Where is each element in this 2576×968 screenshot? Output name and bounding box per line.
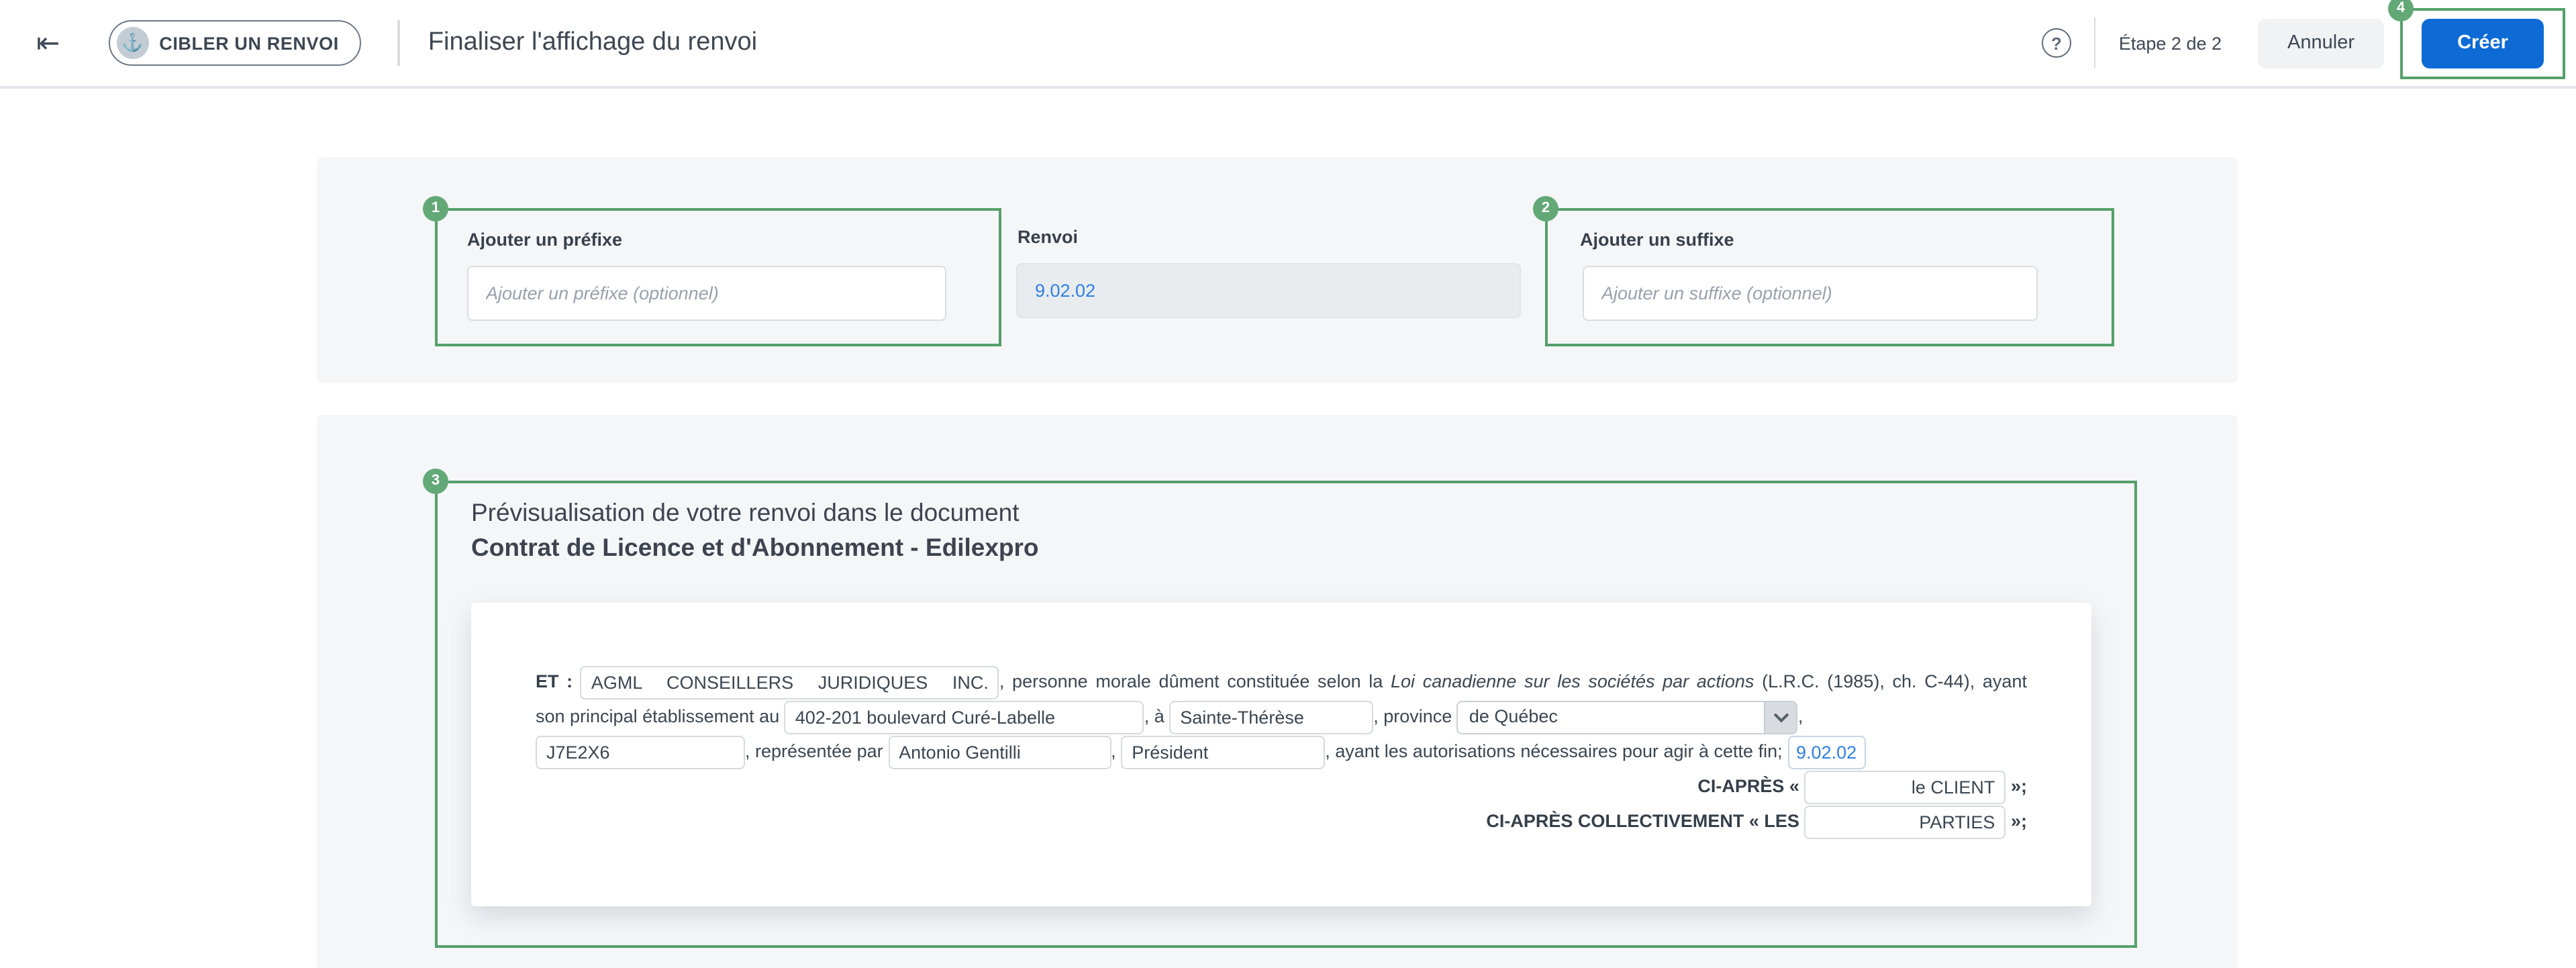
ci-apres-label: CI-APRÈS « [1697, 776, 1799, 796]
doc-text: , [1798, 706, 1803, 726]
anchor-icon: ⚓ [116, 27, 148, 59]
province-select-value: de Québec [1469, 700, 1558, 734]
client-designation-input[interactable] [1804, 771, 2005, 804]
select-button[interactable] [1765, 702, 1797, 733]
prefix-label: Ajouter un préfixe [467, 230, 622, 250]
doc-line-3: , représentée par , , ayant les autorisa… [536, 734, 2027, 769]
top-bar: ⇤ ⚓ CIBLER UN RENVOI Finaliser l'afficha… [0, 0, 2576, 89]
renvoi-label: Renvoi [1018, 227, 1078, 247]
divider [2094, 17, 2096, 68]
renvoi-options-panel: 1 Ajouter un préfixe Renvoi 9.02.02 2 Aj… [317, 157, 2238, 383]
doc-text: , [1111, 741, 1116, 761]
document-preview: ET : , personne morale dûment constituée… [471, 603, 2091, 906]
province-select[interactable]: de Québec [1457, 701, 1798, 734]
suffix-label: Ajouter un suffixe [1580, 230, 1734, 250]
doc-law-name: Loi canadienne sur les sociétés par acti… [1391, 671, 1754, 691]
parties-designation-input[interactable] [1804, 806, 2005, 839]
prefix-section: 1 Ajouter un préfixe [435, 208, 1001, 346]
renvoi-reference-chip: 9.02.02 [1787, 736, 1865, 769]
company-name-input[interactable] [581, 666, 999, 699]
target-renvoi-button[interactable]: ⚓ CIBLER UN RENVOI [108, 20, 362, 66]
collapse-panel-button[interactable]: ⇤ [36, 29, 60, 57]
preview-heading: Prévisualisation de votre renvoi dans le… [471, 498, 1020, 528]
suffix-section: 2 Ajouter un suffixe [1545, 208, 2114, 346]
doc-text: (L.R.C. (1985), ch. C-44), ayant [1754, 671, 2027, 691]
role-input[interactable] [1121, 736, 1325, 769]
divider [398, 20, 400, 66]
step-badge-2: 2 [1533, 196, 1558, 222]
doc-text: , représentée par [745, 741, 888, 761]
city-input[interactable] [1169, 701, 1373, 734]
help-button[interactable]: ? [2042, 28, 2071, 58]
collapse-left-icon: ⇤ [36, 28, 60, 58]
step-badge-4: 4 [2388, 0, 2414, 21]
renvoi-value-field: 9.02.02 [1016, 263, 1521, 318]
cancel-button[interactable]: Annuler [2258, 18, 2384, 68]
ci-apres-collectivement-label: CI-APRÈS COLLECTIVEMENT « LES [1486, 811, 1799, 831]
create-button[interactable]: Créer [2422, 18, 2544, 68]
page-title: Finaliser l'affichage du renvoi [428, 28, 757, 58]
doc-text: , personne morale dûment constituée selo… [999, 671, 1391, 691]
target-renvoi-label: CIBLER UN RENVOI [159, 33, 339, 53]
prefix-input[interactable] [467, 266, 946, 321]
step-badge-1: 1 [423, 196, 448, 222]
ci-apres-collectivement-suffix: »; [2011, 811, 2027, 831]
doc-line-1: ET : , personne morale dûment constituée… [536, 665, 2027, 699]
doc-line-2: son principal établissement au , à , pro… [536, 699, 2027, 734]
suffix-input[interactable] [1583, 266, 2038, 321]
address-input[interactable] [785, 701, 1144, 734]
preview-section: 3 Prévisualisation de votre renvoi dans … [435, 481, 2137, 948]
renvoi-field-group: Renvoi 9.02.02 [1016, 208, 1521, 346]
representative-input[interactable] [888, 736, 1111, 769]
chevron-down-icon [1773, 708, 1789, 724]
preview-panel: 3 Prévisualisation de votre renvoi dans … [317, 415, 2238, 968]
step-badge-3: 3 [423, 469, 448, 494]
doc-intro-label: ET : [536, 671, 573, 691]
app-window: ⇤ ⚓ CIBLER UN RENVOI Finaliser l'afficha… [0, 0, 2576, 968]
doc-line-5: CI-APRÈS COLLECTIVEMENT « LES »; [536, 804, 2027, 839]
doc-text: , à [1144, 706, 1170, 726]
doc-line-4: CI-APRÈS « »; [536, 769, 2027, 804]
step-indicator: Étape 2 de 2 [2119, 33, 2222, 53]
doc-text: son principal établissement au [536, 706, 785, 726]
preview-document-title: Contrat de Licence et d'Abonnement - Edi… [471, 533, 1039, 563]
postal-code-input[interactable] [536, 736, 745, 769]
doc-text: , ayant les autorisations nécessaires po… [1325, 741, 1787, 761]
create-button-highlight-box: 4 Créer [2400, 7, 2565, 79]
ci-apres-suffix: »; [2011, 776, 2027, 796]
help-icon: ? [2051, 33, 2062, 53]
doc-text: , province [1373, 706, 1457, 726]
